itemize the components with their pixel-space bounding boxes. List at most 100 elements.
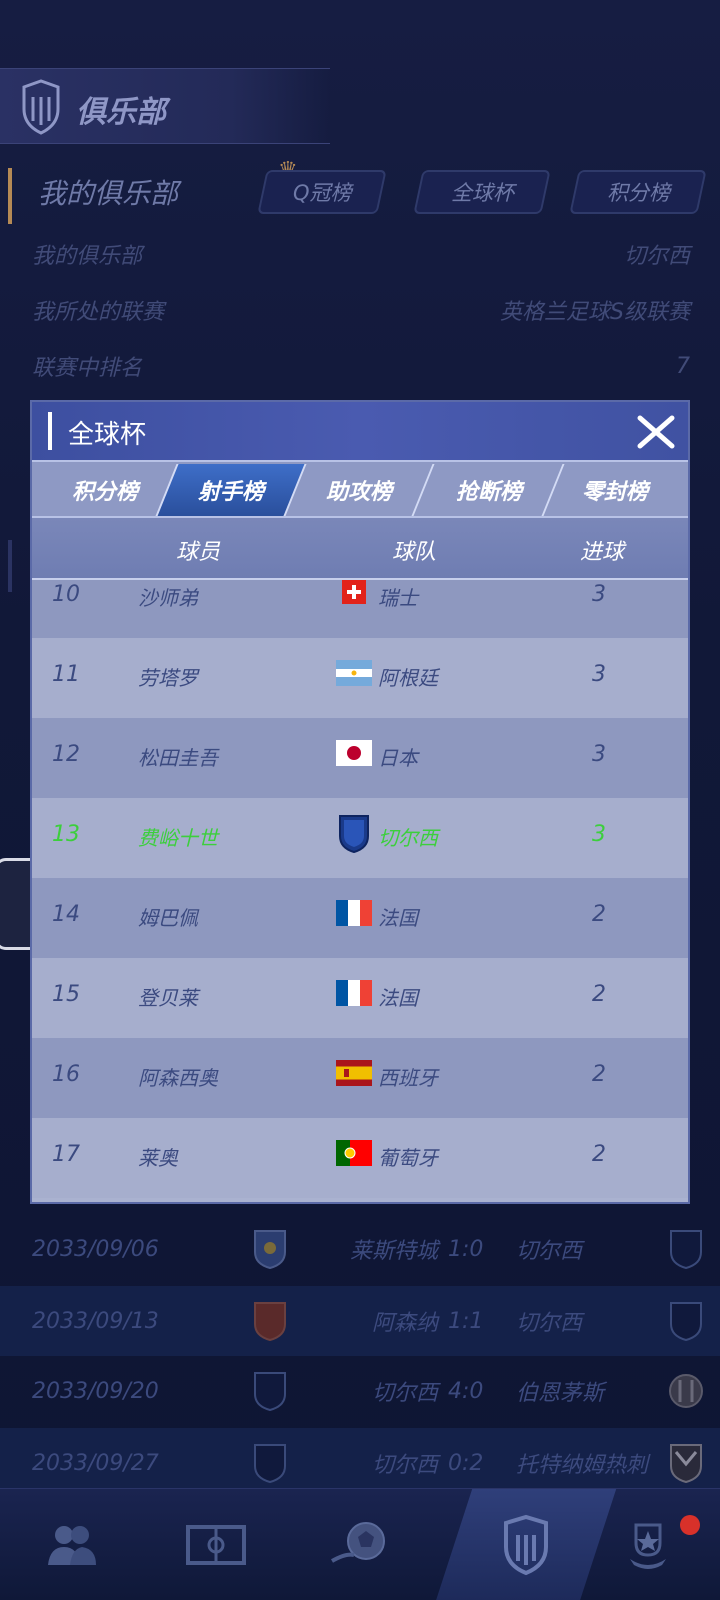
global-cup-modal: 全球杯 积分榜 射手榜 助攻榜 抢断榜 零封榜 球员 球队 进球 10 沙师弟 …: [29, 402, 688, 1202]
row-team: 法国: [378, 986, 418, 1010]
match-date: 2033/09/06: [32, 1236, 159, 1262]
away-team: 切尔西: [516, 1311, 583, 1336]
table-header: 球员 球队 进球: [32, 518, 688, 580]
away-team: 切尔西: [516, 1239, 583, 1264]
leicester-crest-icon: [254, 1230, 286, 1270]
tab-clean-sheets[interactable]: 零封榜: [550, 464, 680, 516]
row-team: 法国: [378, 906, 418, 930]
info-label: 我所处的联赛: [32, 300, 165, 325]
japan-flag-icon: [336, 740, 372, 766]
match-date: 2033/09/20: [32, 1378, 159, 1404]
row-player: 莱奥: [138, 1146, 178, 1170]
row-player: 登贝莱: [138, 986, 198, 1010]
nav-trophy[interactable]: [576, 1489, 720, 1600]
tab-label: 积分榜: [71, 480, 138, 505]
chelsea-shield-icon: [339, 815, 369, 854]
tab-top-scorers[interactable]: 射手榜: [155, 464, 307, 516]
tottenham-crest-icon: [670, 1444, 702, 1484]
row-goals: 2: [592, 1142, 606, 1167]
nav-players[interactable]: [0, 1489, 144, 1600]
argentina-flag-icon: [336, 660, 372, 686]
row-rank: 11: [52, 662, 80, 687]
match-score: 1:0: [448, 1236, 484, 1262]
france-flag-icon: [336, 900, 372, 926]
portugal-flag-icon: [336, 1140, 372, 1166]
france-flag-icon: [336, 980, 372, 1006]
match-date: 2033/09/13: [32, 1308, 159, 1334]
modal-header: 全球杯: [32, 402, 688, 460]
club-badge-icon: [22, 79, 60, 135]
row-team: 葡萄牙: [378, 1146, 438, 1170]
tab-global-cup[interactable]: 全球杯: [413, 170, 551, 214]
row-goals: 3: [592, 742, 606, 767]
row-goals: 2: [592, 1062, 606, 1087]
info-value: 英格兰足球S级联赛: [500, 300, 690, 325]
section-title: 我的俱乐部: [38, 177, 179, 210]
row-player: 劳塔罗: [138, 666, 198, 690]
trophy-icon: [630, 1523, 666, 1569]
switzerland-flag-icon: [342, 580, 366, 604]
row-rank: 15: [52, 982, 80, 1007]
table-row[interactable]: 10 沙师弟 瑞士 3: [32, 580, 688, 638]
tab-q-champion[interactable]: Q冠榜: [257, 170, 387, 214]
row-rank: 12: [52, 742, 80, 767]
nav-pitch[interactable]: [144, 1489, 288, 1600]
table-row[interactable]: 11 劳塔罗 阿根廷 3: [32, 638, 688, 718]
table-row[interactable]: 17 莱奥 葡萄牙 2: [32, 1118, 688, 1198]
table-row[interactable]: 12 松田圭吾 日本 3: [32, 718, 688, 798]
arsenal-crest-icon: [254, 1302, 286, 1342]
column-player: 球员: [176, 540, 221, 565]
club-header-title: 俱乐部: [76, 95, 166, 130]
row-rank: 13: [52, 822, 80, 847]
table-row-self[interactable]: 13 费峪十世 切尔西 3: [32, 798, 688, 878]
title-accent-bar: [48, 412, 52, 450]
chelsea-crest-icon: [254, 1444, 286, 1484]
tab-standings[interactable]: 积分榜: [29, 464, 181, 516]
match-row[interactable]: 2033/09/06 莱斯特城 1:0 切尔西: [0, 1214, 720, 1284]
column-goals: 进球: [580, 540, 625, 565]
row-goals: 2: [592, 982, 606, 1007]
match-row[interactable]: 2033/09/13 阿森纳 1:1 切尔西: [0, 1286, 720, 1356]
scorer-list[interactable]: 10 沙师弟 瑞士 3 11 劳塔罗 阿根廷 3 12 松田圭吾 日本 3 13…: [32, 580, 688, 1202]
table-row[interactable]: 15 登贝莱 法国 2: [32, 958, 688, 1038]
away-team: 托特纳姆热刺: [516, 1453, 649, 1478]
info-row: 我的俱乐部 切尔西: [32, 234, 690, 274]
nav-match[interactable]: [288, 1489, 432, 1600]
info-label: 我的俱乐部: [32, 244, 143, 269]
match-row[interactable]: 2033/09/20 切尔西 4:0 伯恩茅斯: [0, 1356, 720, 1426]
home-team: 切尔西: [371, 1453, 438, 1478]
match-date: 2033/09/27: [32, 1450, 159, 1476]
info-row: 我所处的联赛 英格兰足球S级联赛: [32, 290, 690, 330]
close-icon[interactable]: [634, 410, 678, 454]
section-accent-bar: [8, 540, 12, 592]
row-team: 阿根廷: [378, 666, 438, 690]
tab-label: 助攻榜: [325, 480, 392, 505]
leaderboard-tabs: 积分榜 射手榜 助攻榜 抢断榜 零封榜: [29, 460, 688, 518]
info-value: 7: [676, 353, 690, 379]
tab-label: 积分榜: [606, 181, 670, 205]
row-player: 费峪十世: [138, 826, 218, 850]
table-row[interactable]: 16 阿森西奥 西班牙 2: [32, 1038, 688, 1118]
column-team: 球队: [392, 540, 437, 565]
pitch-icon: [186, 1525, 246, 1565]
modal-title: 全球杯: [68, 420, 147, 450]
tab-assists[interactable]: 助攻榜: [283, 464, 435, 516]
row-team: 切尔西: [378, 826, 438, 850]
tab-tackles[interactable]: 抢断榜: [413, 464, 565, 516]
match-score: 0:2: [448, 1450, 484, 1476]
away-team: 伯恩茅斯: [516, 1381, 605, 1406]
chelsea-crest-icon: [670, 1230, 702, 1270]
tab-label: 射手榜: [197, 480, 264, 505]
bournemouth-crest-icon: [669, 1374, 703, 1408]
chelsea-crest-icon: [670, 1302, 702, 1342]
notification-badge: [680, 1515, 700, 1535]
row-rank: 17: [52, 1142, 80, 1167]
row-player: 阿森西奥: [138, 1066, 218, 1090]
row-rank: 16: [52, 1062, 80, 1087]
info-label: 联赛中排名: [32, 356, 143, 381]
table-row[interactable]: 14 姆巴佩 法国 2: [32, 878, 688, 958]
row-goals: 2: [592, 902, 606, 927]
section-accent-bar: [8, 168, 12, 224]
tab-standings[interactable]: 积分榜: [569, 170, 707, 214]
tab-label: Q冠榜: [292, 181, 352, 205]
